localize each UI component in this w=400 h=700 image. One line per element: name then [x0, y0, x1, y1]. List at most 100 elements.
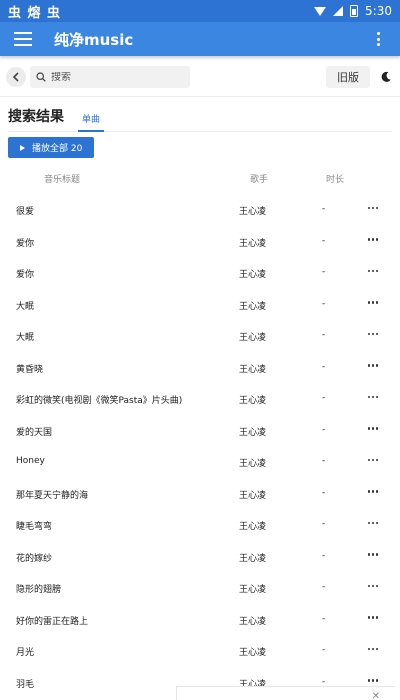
song-artist[interactable]: 王心凌: [239, 204, 266, 217]
song-title: Honey: [16, 456, 45, 466]
song-row[interactable]: 很爱 王心凌 -: [0, 194, 400, 226]
song-artist[interactable]: 王心凌: [239, 519, 266, 532]
play-all-label: 播放全部 20: [32, 144, 83, 154]
more-horizontal-icon[interactable]: [366, 547, 380, 563]
search-box[interactable]: [30, 66, 190, 88]
song-row[interactable]: 爱的天国 王心凌 -: [0, 415, 400, 447]
search-row: 旧版: [0, 64, 400, 90]
song-duration: -: [322, 613, 326, 624]
song-duration: -: [322, 487, 326, 498]
wifi-icon: [314, 6, 327, 16]
song-title: 爱的天国: [16, 427, 53, 438]
song-title: 大眠: [16, 301, 35, 312]
song-artist[interactable]: 王心凌: [239, 267, 266, 280]
song-duration: -: [322, 361, 326, 372]
song-duration: -: [322, 235, 326, 246]
song-title: 很爱: [16, 207, 35, 217]
song-title: 月光: [16, 648, 35, 658]
song-row[interactable]: 花的嫁纱 王心凌 -: [0, 541, 400, 573]
song-row[interactable]: 大眠 王心凌 -: [0, 320, 400, 352]
song-artist[interactable]: 王心凌: [239, 582, 266, 595]
chevron-left-icon: [12, 72, 19, 82]
song-row[interactable]: 那年夏天宁静的海 王心凌 -: [0, 478, 400, 510]
song-artist[interactable]: 王心凌: [239, 488, 266, 501]
song-row[interactable]: 黄昏晓 王心凌 -: [0, 352, 400, 384]
song-artist[interactable]: 王心凌: [239, 645, 266, 658]
song-row[interactable]: 睫毛弯弯 王心凌 -: [0, 509, 400, 541]
song-duration: -: [322, 298, 326, 309]
more-horizontal-icon[interactable]: [366, 641, 380, 657]
status-bar-notifications: 虫 熔 虫: [8, 5, 62, 21]
hamburger-icon[interactable]: [14, 32, 32, 46]
song-row[interactable]: Honey 王心凌 -: [0, 446, 400, 478]
mini-player-bar[interactable]: ✕: [176, 686, 394, 700]
more-horizontal-icon[interactable]: [366, 232, 380, 248]
play-icon: [20, 144, 25, 151]
song-duration: -: [322, 393, 326, 403]
song-artist[interactable]: 王心凌: [239, 393, 266, 406]
song-duration: -: [322, 424, 326, 435]
column-header: 音乐标题 歌手 时长: [0, 172, 400, 186]
song-row[interactable]: 隐形的翅膀 王心凌 -: [0, 572, 400, 604]
song-duration: -: [322, 204, 326, 214]
more-horizontal-icon[interactable]: [366, 610, 380, 626]
song-artist[interactable]: 王心凌: [239, 614, 266, 627]
results-title: 搜索结果: [8, 109, 64, 125]
more-horizontal-icon[interactable]: [366, 421, 380, 437]
song-title: 黄昏晓: [16, 364, 44, 375]
more-horizontal-icon[interactable]: [366, 452, 380, 468]
song-title: 睫毛弯弯: [16, 522, 53, 532]
more-horizontal-icon[interactable]: [366, 578, 380, 594]
song-duration: -: [322, 550, 326, 561]
more-horizontal-icon[interactable]: [366, 515, 380, 531]
song-duration: -: [322, 519, 326, 529]
search-input[interactable]: [51, 71, 171, 83]
song-row[interactable]: 爱你 王心凌 -: [0, 257, 400, 289]
old-version-button[interactable]: 旧版: [326, 66, 370, 88]
app-title: 纯净music: [54, 30, 134, 49]
search-icon: [36, 72, 46, 82]
song-title: 好你的雷正在路上: [16, 616, 89, 627]
moon-icon[interactable]: [378, 69, 394, 85]
song-row[interactable]: 爱你 王心凌 -: [0, 226, 400, 258]
song-title: 那年夏天宁静的海: [16, 490, 89, 501]
signal-icon: [333, 6, 344, 16]
more-horizontal-icon[interactable]: [366, 200, 380, 216]
more-horizontal-icon[interactable]: [366, 358, 380, 374]
song-row[interactable]: 好你的雷正在路上 王心凌 -: [0, 604, 400, 636]
more-horizontal-icon[interactable]: [366, 389, 380, 405]
song-row[interactable]: 彩虹的微笑(电视剧《微笑Pasta》片头曲) 王心凌 -: [0, 383, 400, 415]
more-vertical-icon[interactable]: [370, 30, 386, 48]
song-row[interactable]: 月光 王心凌 -: [0, 635, 400, 667]
song-artist[interactable]: 王心凌: [239, 551, 266, 564]
tab-single[interactable]: 单曲: [78, 112, 105, 132]
song-title: 花的嫁纱: [16, 553, 53, 564]
song-title: 大眠: [16, 333, 35, 343]
song-artist[interactable]: 王心凌: [239, 425, 266, 438]
more-horizontal-icon[interactable]: [366, 326, 380, 342]
song-title: 羽毛: [16, 679, 35, 690]
song-artist[interactable]: 王心凌: [239, 330, 266, 343]
close-icon[interactable]: ✕: [372, 691, 380, 700]
song-title: 爱你: [16, 238, 35, 249]
song-artist[interactable]: 王心凌: [239, 456, 266, 469]
column-title: 音乐标题: [44, 175, 81, 185]
app-bar: 纯净music: [0, 22, 400, 56]
song-list: 很爱 王心凌 - 爱你 王心凌 - 爱你 王心凌 - 大眠 王心凌 - 大眠 王心凌 - 黄昏晓 王心凌 - 彩虹的…: [0, 194, 400, 698]
status-bar: 虫 熔 虫 5:30: [0, 0, 400, 22]
more-horizontal-icon[interactable]: [366, 263, 380, 279]
song-row[interactable]: 大眠 王心凌 -: [0, 289, 400, 321]
song-duration: -: [322, 645, 326, 655]
more-horizontal-icon[interactable]: [366, 484, 380, 500]
results-header: 搜索结果 单曲: [8, 106, 392, 132]
song-artist[interactable]: 王心凌: [239, 236, 266, 249]
song-artist[interactable]: 王心凌: [239, 299, 266, 312]
song-artist[interactable]: 王心凌: [239, 362, 266, 375]
song-duration: -: [322, 456, 326, 466]
divider: [0, 96, 400, 97]
back-button[interactable]: [6, 67, 26, 87]
song-title: 彩虹的微笑(电视剧《微笑Pasta》片头曲): [16, 396, 183, 406]
more-horizontal-icon[interactable]: [366, 295, 380, 311]
play-all-button[interactable]: 播放全部 20: [8, 137, 94, 158]
column-artist: 歌手: [250, 175, 269, 185]
